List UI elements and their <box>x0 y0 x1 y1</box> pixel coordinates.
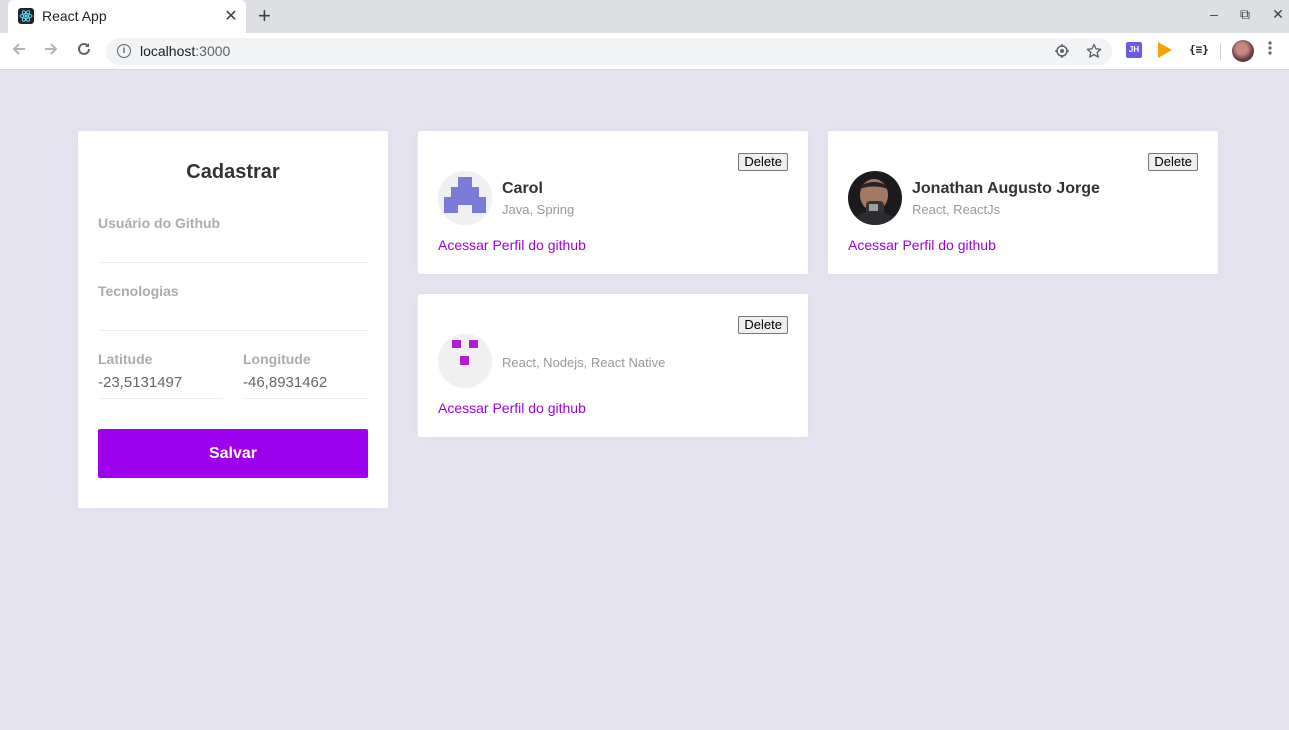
longitude-input[interactable] <box>243 367 368 399</box>
tab-title: React App <box>42 8 107 24</box>
dev-techs: React, ReactJs <box>912 202 1001 217</box>
site-info-icon[interactable]: i <box>117 44 131 58</box>
restore-window-icon[interactable]: ⧉ <box>1236 6 1254 23</box>
delete-button[interactable]: Delete <box>1148 153 1198 171</box>
dev-card: Delete Carol Java, Spring Acessar Perfil… <box>418 131 808 274</box>
dev-techs: Java, Spring <box>502 202 575 217</box>
browser-tab[interactable]: React App ✕ <box>8 0 246 33</box>
save-button[interactable]: Salvar <box>98 429 368 478</box>
github-profile-link[interactable]: Acessar Perfil do github <box>438 400 586 416</box>
react-favicon-icon <box>18 8 34 24</box>
jh-extension-icon[interactable]: JH <box>1126 42 1142 58</box>
github-profile-link[interactable]: Acessar Perfil do github <box>848 237 996 253</box>
delete-button[interactable]: Delete <box>738 153 788 171</box>
address-bar[interactable]: i localhost:3000 <box>106 38 1112 65</box>
techs-label: Tecnologias <box>98 283 179 299</box>
browser-tab-bar: React App ✕ + – ⧉ ✕ <box>0 0 1289 33</box>
new-tab-button[interactable]: + <box>258 3 271 29</box>
github-user-input[interactable] <box>98 231 368 263</box>
github-user-label: Usuário do Github <box>98 215 221 231</box>
avatar <box>848 171 902 225</box>
reload-icon[interactable] <box>73 40 95 63</box>
dev-card: Delete Jonathan Augusto Jorge React, Rea… <box>828 131 1218 274</box>
dev-name: Carol <box>502 180 543 197</box>
longitude-label: Longitude <box>243 351 311 367</box>
menu-dots-icon[interactable] <box>1268 40 1272 61</box>
github-profile-link[interactable]: Acessar Perfil do github <box>438 237 586 253</box>
latitude-input[interactable] <box>98 367 223 399</box>
latitude-label: Latitude <box>98 351 153 367</box>
play-extension-icon[interactable] <box>1158 42 1172 58</box>
techs-input[interactable] <box>98 299 368 331</box>
avatar <box>438 171 492 225</box>
forward-arrow-icon[interactable] <box>40 40 62 63</box>
register-form-panel: Cadastrar Usuário do Github Tecnologias … <box>78 131 388 508</box>
browser-toolbar: i localhost:3000 JH {≡} <box>0 33 1289 70</box>
minimize-window-icon[interactable]: – <box>1205 6 1223 22</box>
bookmark-star-icon[interactable] <box>1086 43 1102 63</box>
avatar <box>438 334 492 388</box>
close-window-icon[interactable]: ✕ <box>1269 6 1287 23</box>
back-arrow-icon[interactable] <box>8 40 30 63</box>
location-target-icon[interactable] <box>1054 43 1070 63</box>
dev-techs: React, Nodejs, React Native <box>502 355 666 370</box>
form-title: Cadastrar <box>186 161 280 183</box>
tab-close-icon[interactable]: ✕ <box>222 6 240 26</box>
url-text: localhost:3000 <box>140 43 231 59</box>
dev-card: Delete React, Nodejs, React Native Acess… <box>418 294 808 437</box>
toolbar-divider <box>1220 43 1221 60</box>
json-extension-icon[interactable]: {≡} <box>1189 43 1209 56</box>
profile-avatar[interactable] <box>1232 40 1254 62</box>
delete-button[interactable]: Delete <box>738 316 788 334</box>
dev-name: Jonathan Augusto Jorge <box>912 180 1100 197</box>
